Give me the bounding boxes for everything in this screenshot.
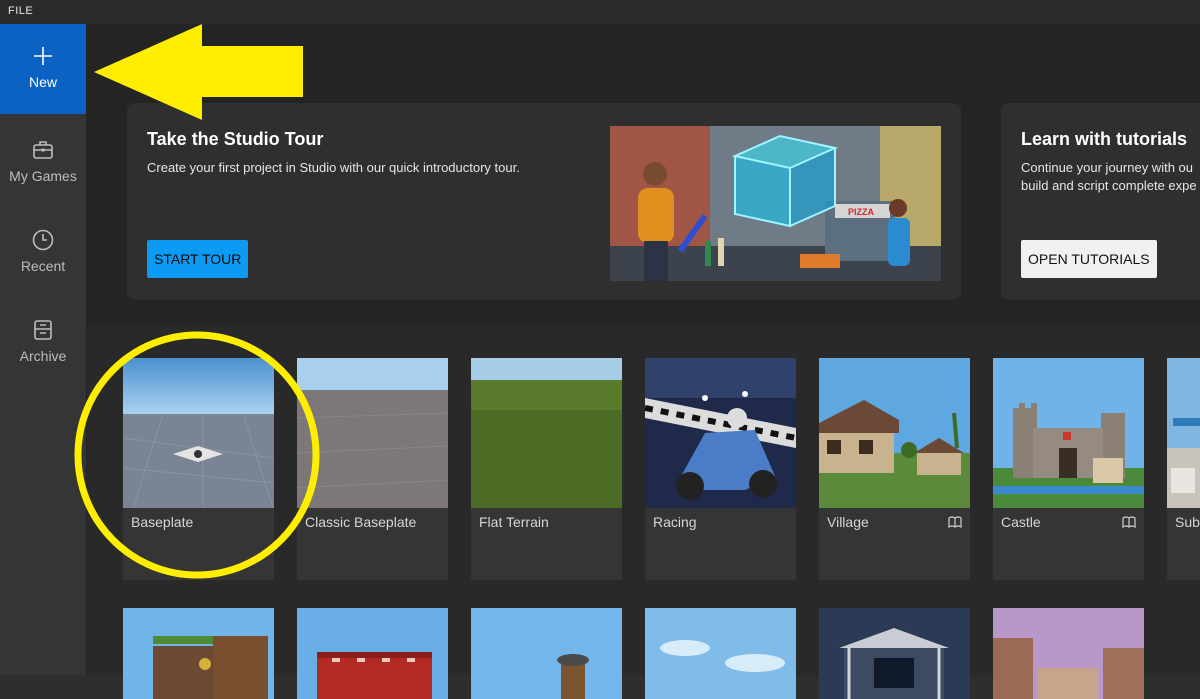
template-tile-castle[interactable]: Castle (993, 358, 1144, 580)
sidebar: New My Games Recent Archive (0, 24, 87, 675)
book-icon (948, 516, 962, 528)
studio-tour-title: Take the Studio Tour (147, 129, 324, 149)
book-icon (1122, 516, 1136, 528)
archive-box-icon (34, 320, 52, 340)
template-thumbnail (819, 608, 970, 699)
template-thumbnail (819, 358, 970, 508)
tutorials-description: Continue your journey with ou build and … (1021, 159, 1200, 195)
sidebar-item-my-games[interactable]: My Games (0, 114, 86, 204)
tutorials-description-line: build and script complete expe (1021, 178, 1197, 193)
template-label: Flat Terrain (479, 514, 549, 530)
template-thumbnail (645, 608, 796, 699)
template-tile[interactable] (993, 608, 1144, 699)
template-tile-village[interactable]: Village (819, 358, 970, 580)
template-label: Racing (653, 514, 697, 530)
template-thumbnail (471, 608, 622, 699)
template-thumbnail (471, 358, 622, 508)
sidebar-item-recent[interactable]: Recent (0, 204, 86, 294)
template-thumbnail (1167, 358, 1200, 508)
template-tile[interactable] (819, 608, 970, 699)
template-thumbnail (123, 358, 274, 508)
sidebar-item-archive[interactable]: Archive (0, 294, 86, 384)
template-tile-flat-terrain[interactable]: Flat Terrain (471, 358, 622, 580)
studio-tour-description: Create your first project in Studio with… (147, 160, 520, 175)
sidebar-item-label: Archive (19, 348, 67, 364)
template-label: Classic Baseplate (305, 514, 417, 530)
template-label: Baseplate (131, 514, 194, 530)
template-tile-classic-baseplate[interactable]: Classic Baseplate (297, 358, 448, 580)
studio-tour-image: PIZZA (610, 126, 941, 281)
menu-bar: FILE (0, 0, 1200, 24)
template-tile-racing[interactable]: Racing (645, 358, 796, 580)
tutorials-title: Learn with tutorials (1021, 129, 1188, 149)
start-tour-button[interactable]: START TOUR (147, 240, 249, 278)
sidebar-item-label: New (28, 74, 57, 90)
template-label: Village (827, 514, 869, 530)
template-tile[interactable] (123, 608, 274, 699)
template-label: Castle (1001, 514, 1041, 530)
open-tutorials-button[interactable]: OPEN TUTORIALS (1021, 240, 1157, 278)
svg-text:PIZZA: PIZZA (848, 207, 874, 217)
template-tile[interactable] (471, 608, 622, 699)
template-thumbnail (993, 358, 1144, 508)
template-tile-sub[interactable]: Sub (1167, 358, 1200, 580)
template-thumbnail (297, 608, 448, 699)
template-tile-baseplate[interactable]: Baseplate (123, 358, 274, 580)
main-content: Take the Studio Tour Create your first p… (87, 24, 1200, 699)
briefcase-icon (33, 141, 53, 159)
plus-icon (34, 47, 52, 65)
sidebar-item-new[interactable]: New (0, 24, 86, 114)
tutorials-card: Learn with tutorials Continue your journ… (1001, 103, 1200, 300)
template-tile[interactable] (645, 608, 796, 699)
template-thumbnail (123, 608, 274, 699)
clock-icon (32, 229, 54, 251)
template-thumbnail (993, 608, 1144, 699)
studio-tour-card: Take the Studio Tour Create your first p… (127, 103, 961, 300)
sidebar-item-label: Recent (20, 258, 66, 274)
template-thumbnail (645, 358, 796, 508)
sidebar-item-label: My Games (9, 168, 77, 184)
banner-carousel: Take the Studio Tour Create your first p… (87, 24, 1200, 324)
tutorials-description-line: Continue your journey with ou (1021, 160, 1193, 175)
template-label: Sub (1175, 514, 1200, 530)
template-tile[interactable] (297, 608, 448, 699)
template-thumbnail (297, 358, 448, 508)
file-menu[interactable]: FILE (8, 5, 33, 17)
